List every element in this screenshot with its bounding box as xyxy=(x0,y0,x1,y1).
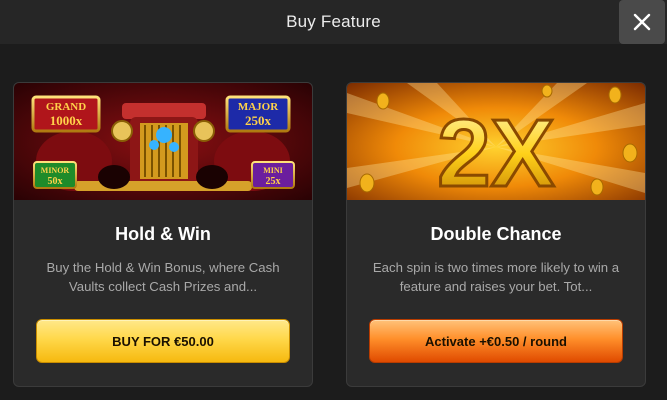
minor-jackpot-plaque: MINOR 50x xyxy=(33,161,77,189)
card-title: Hold & Win xyxy=(115,224,211,244)
double-chance-banner: 2X xyxy=(347,83,645,200)
modal-header: Buy Feature xyxy=(0,0,667,44)
buy-hold-and-win-button[interactable]: BUY FOR €50.00 xyxy=(36,319,290,363)
major-label: MAJOR xyxy=(238,101,279,113)
card-description: Buy the Hold & Win Bonus, where Cash Vau… xyxy=(46,260,280,294)
major-value: 250x xyxy=(245,113,272,128)
modal-title: Buy Feature xyxy=(286,12,381,31)
feature-card-hold-and-win: GRAND 1000x MAJOR 250x MINOR 50x MINI 25… xyxy=(13,82,313,387)
grand-jackpot-plaque: GRAND 1000x xyxy=(31,95,101,133)
mini-value: 25x xyxy=(266,176,281,187)
close-button[interactable] xyxy=(619,0,665,44)
grand-label: GRAND xyxy=(46,101,86,113)
feature-card-double-chance: 2X Double Chance Each spin is two times … xyxy=(346,82,646,387)
mini-label: MINI xyxy=(263,166,283,175)
multiplier-graphic: 2X xyxy=(437,100,554,200)
mini-jackpot-plaque: MINI 25x xyxy=(251,161,295,189)
close-icon xyxy=(633,13,651,31)
minor-value: 50x xyxy=(48,176,63,187)
activate-double-chance-button[interactable]: Activate +€0.50 / round xyxy=(369,319,623,363)
hold-and-win-banner: GRAND 1000x MAJOR 250x MINOR 50x MINI 25… xyxy=(14,83,312,200)
card-title: Double Chance xyxy=(430,224,562,244)
major-jackpot-plaque: MAJOR 250x xyxy=(225,95,291,133)
minor-label: MINOR xyxy=(41,166,70,175)
grand-value: 1000x xyxy=(50,113,83,128)
card-description: Each spin is two times more likely to wi… xyxy=(372,260,620,294)
